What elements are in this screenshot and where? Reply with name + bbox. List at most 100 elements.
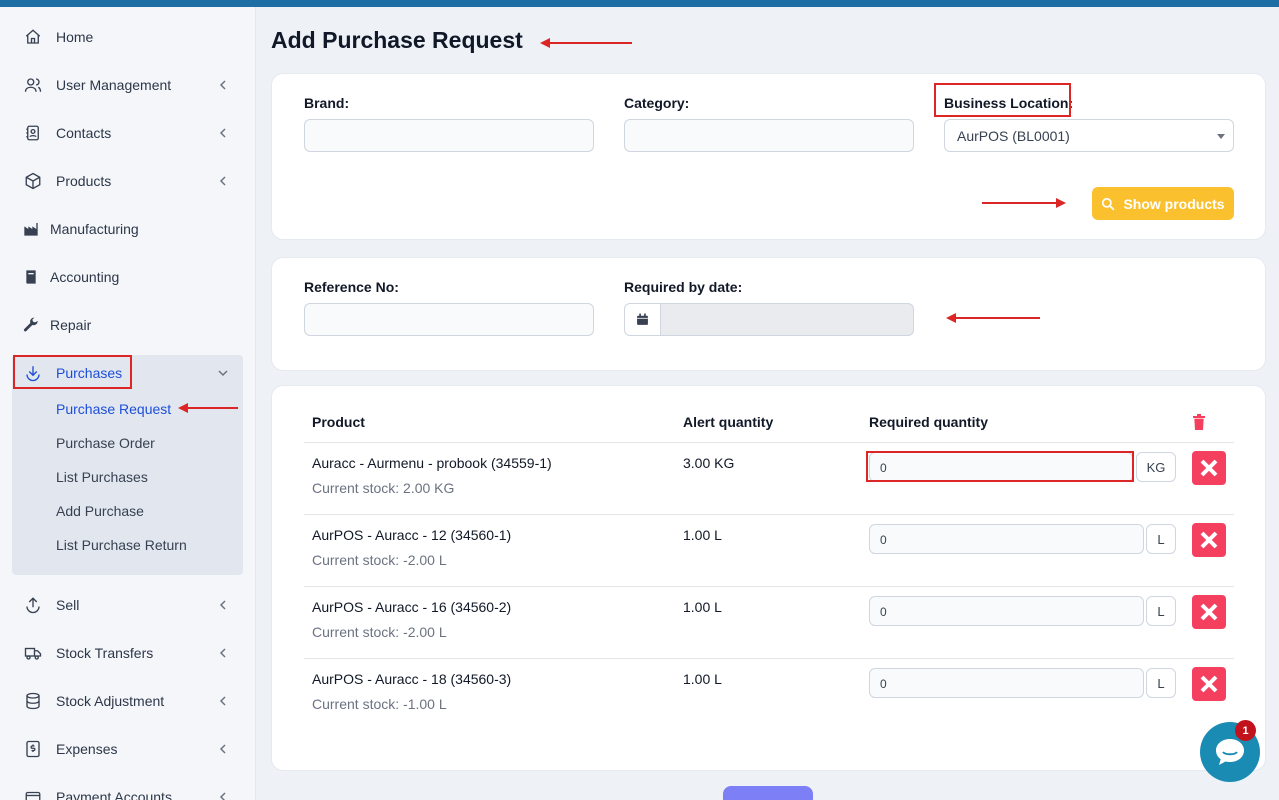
chevron-left-icon — [219, 176, 226, 186]
search-icon — [1102, 197, 1115, 210]
quantity-value: 0 — [880, 605, 887, 619]
submenu-purchase-request[interactable]: Purchase Request — [56, 401, 171, 417]
quantity-value: 0 — [880, 677, 887, 691]
chevron-left-icon — [219, 648, 226, 658]
sidebar-item-stock-adjustment[interactable]: Stock Adjustment — [12, 681, 243, 721]
calendar-addon[interactable] — [624, 303, 661, 336]
business-location-select[interactable]: AurPOS (BL0001) — [944, 119, 1234, 152]
product-name: AurPOS - Auracc - 12 (34560-1) — [312, 527, 512, 543]
submenu-add-purchase[interactable]: Add Purchase — [56, 503, 144, 519]
quantity-value: 0 — [880, 533, 887, 547]
sidebar-item-accounting[interactable]: Accounting — [12, 257, 243, 297]
unit-label: L — [1146, 668, 1176, 698]
sidebar-item-label: Sell — [56, 597, 80, 613]
category-label: Category: — [624, 95, 690, 111]
sidebar-item-sell[interactable]: Sell — [12, 585, 243, 625]
table-row: AurPOS - Auracc - 12 (34560-1) Current s… — [304, 514, 1234, 586]
product-name: AurPOS - Auracc - 16 (34560-2) — [312, 599, 512, 615]
sidebar-item-home[interactable]: Home — [12, 17, 243, 57]
sidebar-item-label: Home — [56, 29, 94, 45]
chevron-left-icon — [219, 600, 226, 610]
sidebar-item-payment-accounts[interactable]: Payment Accounts — [12, 777, 243, 800]
alert-quantity: 1.00 L — [683, 671, 722, 687]
remove-row-button[interactable] — [1192, 667, 1226, 701]
business-location-value: AurPOS (BL0001) — [957, 128, 1070, 144]
page-title: Add Purchase Request — [271, 27, 523, 53]
reference-card: Reference No: Required by date: — [271, 257, 1266, 371]
current-stock: Current stock: 2.00 KG — [312, 480, 455, 496]
required-date-input[interactable] — [661, 303, 914, 336]
sidebar-item-repair[interactable]: Repair — [12, 305, 243, 345]
current-stock: Current stock: -2.00 L — [312, 552, 447, 568]
reference-no-input[interactable] — [304, 303, 594, 336]
reference-no-label: Reference No: — [304, 279, 399, 295]
truck-icon — [22, 642, 44, 664]
required-date-label: Required by date: — [624, 279, 743, 295]
sidebar-item-label: Accounting — [50, 269, 120, 285]
caret-down-icon — [1217, 134, 1225, 139]
alert-quantity: 3.00 KG — [683, 455, 735, 471]
chevron-left-icon — [219, 80, 226, 90]
alert-quantity: 1.00 L — [683, 599, 722, 615]
upload-arrow-icon — [22, 594, 44, 616]
category-input[interactable] — [624, 119, 914, 152]
notification-badge: 1 — [1235, 720, 1256, 741]
chevron-down-icon — [218, 370, 228, 377]
sidebar-item-manufacturing[interactable]: Manufacturing — [12, 209, 243, 249]
required-quantity-input[interactable]: 0 — [869, 668, 1144, 698]
unit-label: L — [1146, 596, 1176, 626]
trash-icon[interactable] — [1192, 414, 1206, 430]
sidebar-item-label: Stock Adjustment — [56, 693, 165, 709]
sidebar-item-products[interactable]: Products — [12, 161, 243, 201]
book-icon — [20, 266, 42, 288]
remove-row-button[interactable] — [1192, 595, 1226, 629]
required-quantity-input[interactable]: 0 — [869, 524, 1144, 554]
header-product: Product — [312, 414, 365, 430]
chevron-left-icon — [219, 792, 226, 800]
submenu-list-purchases[interactable]: List Purchases — [56, 469, 148, 485]
required-quantity-input[interactable]: 0 — [869, 596, 1144, 626]
remove-row-button[interactable] — [1192, 451, 1226, 485]
sidebar-item-label: Products — [56, 173, 112, 189]
sidebar-item-label: Stock Transfers — [56, 645, 154, 661]
home-icon — [22, 26, 44, 48]
chevron-left-icon — [219, 696, 226, 706]
annotation-arrow — [946, 313, 1040, 323]
sidebar-item-user-management[interactable]: User Management — [12, 65, 243, 105]
brand-label: Brand: — [304, 95, 350, 111]
sidebar-item-expenses[interactable]: Expenses — [12, 729, 243, 769]
annotation-box-business-location — [934, 83, 1071, 117]
submit-button[interactable] — [723, 786, 813, 800]
calendar-icon — [637, 313, 648, 325]
close-icon — [1200, 675, 1218, 693]
annotation-box-purchases — [13, 355, 132, 389]
current-stock: Current stock: -2.00 L — [312, 624, 447, 640]
current-stock: Current stock: -1.00 L — [312, 696, 447, 712]
database-icon — [22, 690, 44, 712]
chevron-left-icon — [219, 128, 226, 138]
sidebar-item-label: Payment Accounts — [56, 789, 172, 800]
wallet-icon — [22, 786, 44, 800]
sidebar-item-label: Manufacturing — [50, 221, 139, 237]
header-alert-quantity: Alert quantity — [683, 414, 774, 430]
sidebar-item-label: Contacts — [56, 125, 112, 141]
wrench-icon — [20, 314, 42, 336]
sidebar-item-stock-transfers[interactable]: Stock Transfers — [12, 633, 243, 673]
brand-input[interactable] — [304, 119, 594, 152]
submenu-list-purchase-return[interactable]: List Purchase Return — [56, 537, 187, 553]
factory-icon — [20, 218, 42, 240]
submenu-purchase-order[interactable]: Purchase Order — [56, 435, 155, 451]
top-bar — [0, 0, 1279, 7]
annotation-box-required-quantity — [866, 451, 1134, 482]
sidebar-item-label: Expenses — [56, 741, 118, 757]
products-table-card: Product Alert quantity Required quantity… — [271, 385, 1266, 771]
unit-label: KG — [1136, 452, 1176, 482]
header-required-quantity: Required quantity — [869, 414, 989, 430]
alert-quantity: 1.00 L — [683, 527, 722, 543]
show-products-button[interactable]: Show products — [1092, 187, 1234, 220]
contacts-icon — [22, 122, 44, 144]
chat-icon — [1216, 739, 1244, 765]
unit-label: L — [1146, 524, 1176, 554]
sidebar-item-contacts[interactable]: Contacts — [12, 113, 243, 153]
remove-row-button[interactable] — [1192, 523, 1226, 557]
